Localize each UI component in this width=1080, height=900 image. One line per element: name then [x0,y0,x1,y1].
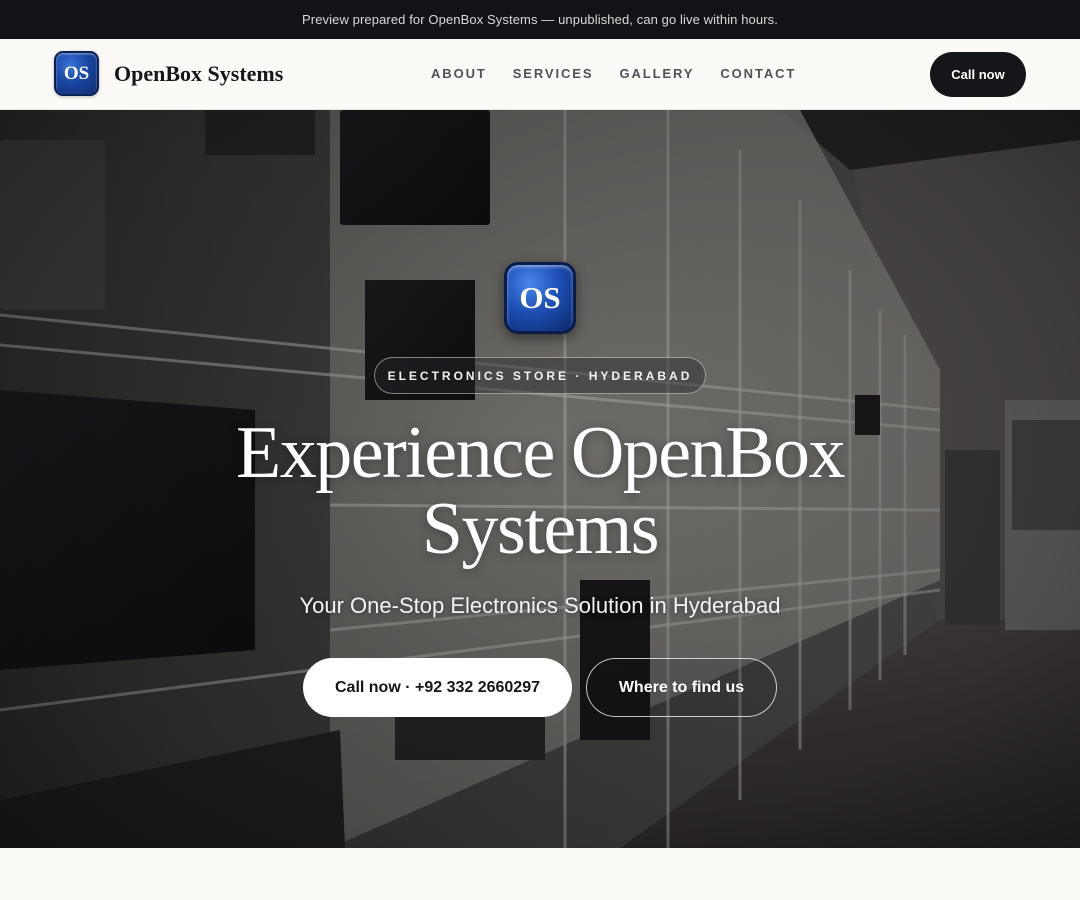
hero-call-button[interactable]: Call now · +92 332 2660297 [303,658,572,717]
hero-logo-icon: OS [504,262,576,334]
preview-banner: Preview prepared for OpenBox Systems — u… [0,0,1080,39]
hero-section: OS ELECTRONICS STORE · HYDERABAD Experie… [0,110,1080,848]
hero-title-line-2: Systems [421,488,660,570]
header-call-now-button[interactable]: Call now [930,52,1026,97]
hero-find-us-button[interactable]: Where to find us [586,658,777,717]
brand-name[interactable]: OpenBox Systems [114,61,283,87]
main-nav: ABOUT SERVICES GALLERY CONTACT [431,66,796,81]
brand-logo-icon[interactable]: OS [54,51,99,96]
nav-link-services[interactable]: SERVICES [513,66,594,81]
nav-link-gallery[interactable]: GALLERY [619,66,694,81]
nav-link-about[interactable]: ABOUT [431,66,487,81]
hero-title-line-1: Experience OpenBox [236,412,845,494]
preview-banner-text: Preview prepared for OpenBox Systems — u… [302,12,778,27]
site-header: OS OpenBox Systems ABOUT SERVICES GALLER… [0,39,1080,110]
nav-link-contact[interactable]: CONTACT [720,66,796,81]
hero-title: Experience OpenBox Systems [140,415,940,567]
brand[interactable]: OS OpenBox Systems [54,51,283,96]
hero-subtitle: Your One-Stop Electronics Solution in Hy… [299,593,781,618]
hero-eyebrow-badge: ELECTRONICS STORE · HYDERABAD [374,357,706,394]
below-fold-section [0,848,1080,900]
